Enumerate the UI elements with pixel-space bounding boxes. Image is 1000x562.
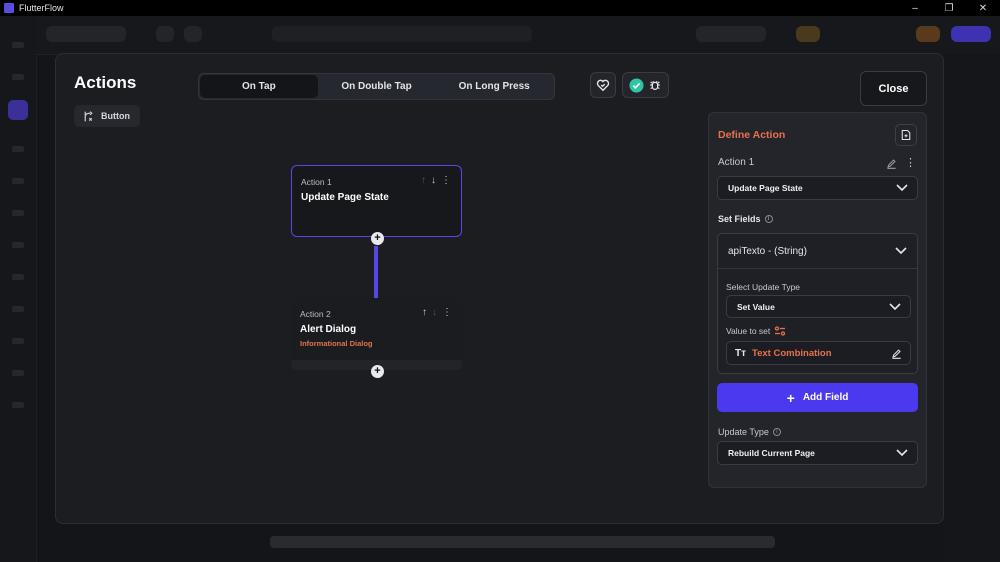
add-field-label: Add Field [802, 392, 849, 403]
action-card-2[interactable]: Action 2 ↑ ↓ ⋮ Alert Dialog Informationa… [291, 298, 462, 370]
add-action-button[interactable]: + [371, 365, 384, 378]
background-scrollbar [270, 536, 775, 548]
edit-icon[interactable] [891, 348, 902, 359]
value-source-selector[interactable]: Tт Text Combination [726, 341, 911, 365]
rebuild-type-dropdown[interactable]: Rebuild Current Page [717, 441, 918, 465]
value-source-text: Text Combination [752, 347, 832, 359]
window-close-button[interactable]: ✕ [966, 0, 1000, 16]
chevron-down-icon [895, 247, 907, 255]
actions-modal: Actions Button On Tap On Double Tap On L… [55, 53, 944, 524]
window-title: FlutterFlow [19, 3, 64, 13]
minimize-button[interactable]: – [898, 0, 932, 16]
value-to-set-label: Value to set [726, 326, 786, 336]
action-1-controls: ↑ ↓ ⋮ [421, 175, 451, 186]
add-action-button[interactable]: + [371, 232, 384, 245]
update-type-label: Update Type i [718, 427, 781, 437]
window-titlebar: FlutterFlow – ❐ ✕ [0, 0, 1000, 16]
define-action-panel: Define Action Action 1 ⋮ Update Page Sta… [708, 112, 927, 488]
action-card-1[interactable]: Action 1 ↑ ↓ ⋮ Update Page State [291, 165, 462, 237]
flutterflow-logo-icon [4, 3, 14, 13]
more-vertical-icon[interactable]: ⋮ [905, 156, 916, 169]
text-type-icon: Tт [735, 347, 747, 359]
move-down-icon[interactable]: ↓ [432, 307, 437, 318]
chevron-down-icon [889, 302, 901, 310]
tab-on-long-press[interactable]: On Long Press [435, 75, 553, 98]
check-circle-icon [629, 77, 644, 93]
action-2-label: Action 2 [300, 309, 331, 319]
restore-button[interactable]: ❐ [932, 0, 966, 16]
flow-connector [374, 246, 378, 298]
background-right-panel [942, 54, 1000, 562]
trigger-widget-chip[interactable]: Button [74, 105, 140, 127]
trigger-chip-label: Button [101, 111, 130, 121]
field-selector[interactable]: apiTexto - (String) [718, 234, 917, 269]
add-field-button[interactable]: + Add Field [717, 383, 918, 412]
rebuild-type-value: Rebuild Current Page [728, 448, 815, 458]
note-add-icon [901, 129, 911, 141]
action-notes-button[interactable] [895, 124, 917, 146]
set-fields-label: Set Fields i [718, 214, 773, 224]
background-sidebar [0, 16, 37, 562]
move-down-icon[interactable]: ↓ [431, 175, 436, 186]
action-1-title: Update Page State [301, 192, 389, 203]
move-up-icon[interactable]: ↑ [422, 307, 427, 318]
action-2-subtitle: Informational Dialog [300, 339, 373, 348]
bug-icon [650, 81, 660, 90]
modal-title: Actions [74, 73, 137, 92]
bookmark-action-button[interactable] [590, 72, 616, 98]
update-type-value: Set Value [737, 301, 775, 312]
set-fields-text: Set Fields [718, 214, 761, 224]
trigger-tabs: On Tap On Double Tap On Long Press [198, 73, 555, 100]
tune-icon[interactable] [774, 326, 786, 336]
action-flow-icon [84, 110, 93, 121]
action-type-value: Update Page State [728, 183, 803, 193]
value-to-set-text: Value to set [726, 326, 771, 336]
chevron-down-icon [896, 449, 908, 457]
select-update-type-label: Select Update Type [726, 282, 801, 292]
action-2-controls: ↑ ↓ ⋮ [422, 307, 452, 318]
plus-icon: + [786, 389, 795, 406]
field-name: apiTexto - (String) [728, 245, 807, 257]
tab-on-double-tap[interactable]: On Double Tap [318, 75, 436, 98]
field-editor: apiTexto - (String) Select Update Type S… [717, 233, 918, 374]
info-icon: i [764, 215, 773, 223]
action-type-dropdown[interactable]: Update Page State [717, 176, 918, 200]
heart-check-icon [596, 79, 610, 92]
action-2-title: Alert Dialog [300, 324, 357, 335]
chevron-down-icon [896, 184, 908, 192]
update-type-text: Update Type [718, 427, 769, 437]
action-1-label: Action 1 [301, 177, 332, 187]
close-button[interactable]: Close [860, 71, 927, 106]
more-vertical-icon[interactable]: ⋮ [442, 307, 452, 318]
action-number-label: Action 1 [718, 157, 755, 168]
more-vertical-icon[interactable]: ⋮ [441, 175, 451, 186]
define-action-heading: Define Action [718, 129, 786, 141]
move-up-icon[interactable]: ↑ [421, 175, 426, 186]
edit-icon[interactable] [886, 158, 897, 169]
update-type-dropdown[interactable]: Set Value [726, 295, 911, 318]
validate-debug-button[interactable] [622, 72, 669, 98]
window-controls: – ❐ ✕ [898, 0, 1000, 16]
background-topbar [36, 16, 1000, 55]
info-icon: i [772, 428, 781, 436]
tab-on-tap[interactable]: On Tap [200, 75, 318, 98]
